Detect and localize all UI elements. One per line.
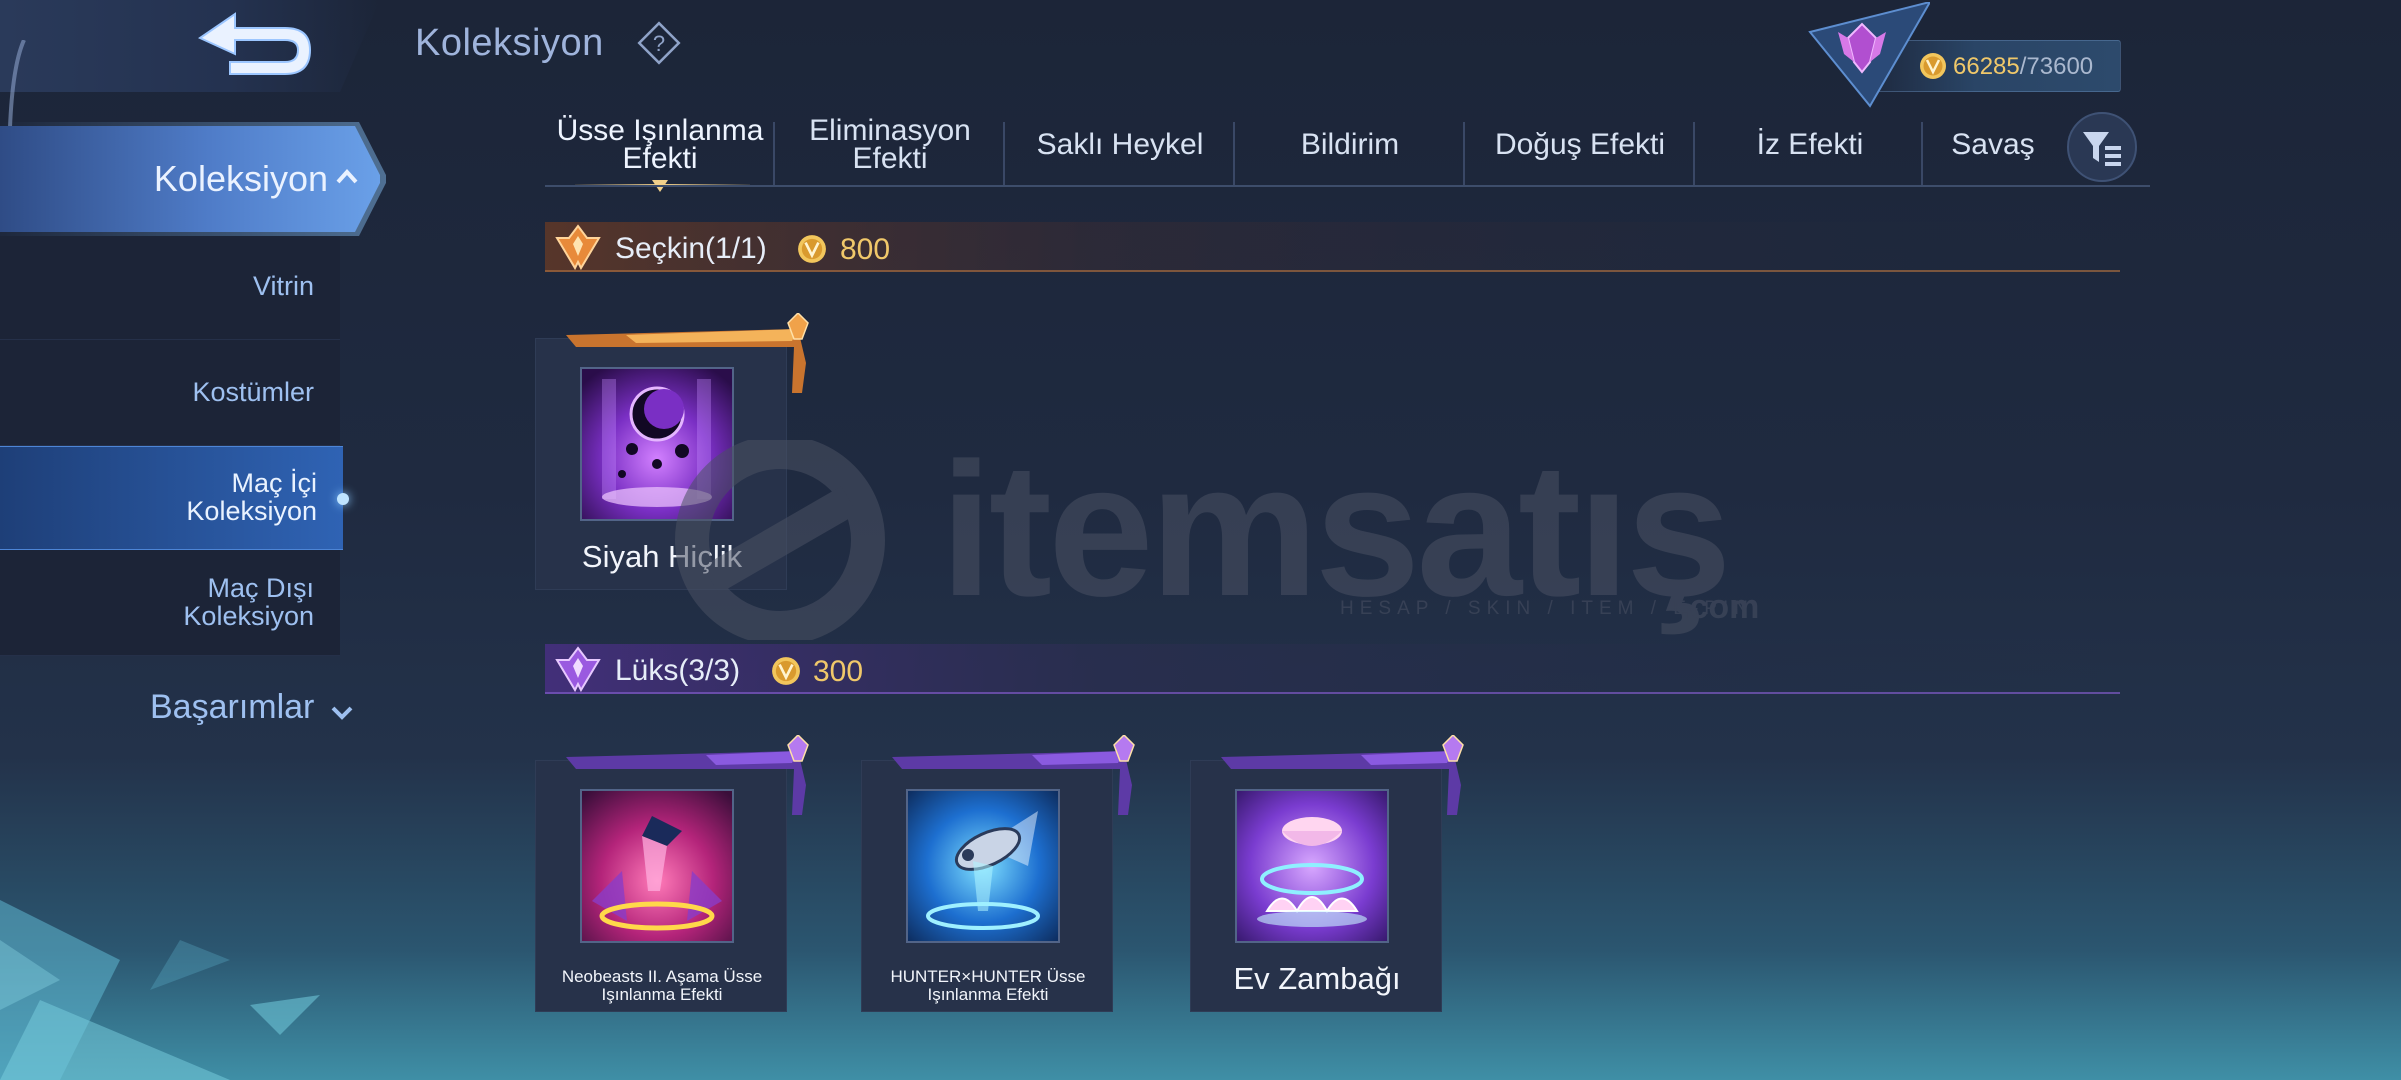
- tab-label: Bildirim: [1300, 128, 1400, 161]
- help-button[interactable]: ?: [636, 20, 682, 66]
- tab-usse-isinlanma-efekti[interactable]: Üsse Işınlanma Efekti: [545, 104, 775, 192]
- svg-text:?: ?: [653, 31, 665, 56]
- item-name: HUNTER×HUNTER Üsse Işınlanma Efekti: [890, 967, 1086, 1004]
- item-image-hunter-x-hunter: [906, 789, 1060, 943]
- active-indicator: [337, 493, 349, 505]
- tab-label: İz Efekti: [1756, 128, 1864, 161]
- item-card-siyah-hiclik[interactable]: Siyah Hiçlik: [535, 313, 809, 590]
- sidebar-item-label: Maç İçi Koleksiyon: [186, 468, 317, 526]
- page-title: Koleksiyon: [415, 22, 604, 64]
- seckin-rank-icon: [555, 224, 601, 271]
- tab-bildirim[interactable]: Bildirim: [1235, 104, 1465, 186]
- question-mark-icon: ?: [637, 21, 681, 65]
- back-button[interactable]: [190, 8, 320, 83]
- chevron-down-icon[interactable]: [330, 700, 354, 724]
- tab-label: Üsse Işınlanma Efekti: [556, 114, 764, 175]
- item-image-siyah-hiclik: [580, 367, 734, 521]
- tab-label: Doğuş Efekti: [1494, 128, 1666, 161]
- sidebar-item-vitrin[interactable]: Vitrin: [0, 236, 340, 340]
- sidebar-item-label: Kostümler: [192, 377, 314, 407]
- tab-savas[interactable]: Savaş: [1923, 104, 2063, 186]
- sidebar-item-label: Maç Dışı Koleksiyon: [183, 573, 314, 631]
- item-name: Neobeasts II. Aşama Üsse Işınlanma Efekt…: [561, 967, 763, 1004]
- section-price: 800: [840, 233, 891, 266]
- tab-bar: Üsse Işınlanma Efekti Eliminasyon Efekti…: [545, 104, 2150, 192]
- section-header-seckin: Seçkin(1/1) 800: [545, 222, 2120, 272]
- filter-icon: [2083, 132, 2121, 166]
- tab-dogus-efekti[interactable]: Doğuş Efekti: [1465, 104, 1695, 186]
- item-card-hunter-x-hunter[interactable]: HUNTER×HUNTER Üsse Işınlanma Efekti: [861, 735, 1135, 1012]
- item-image-neobeasts: [580, 789, 734, 943]
- tab-sakli-heykel[interactable]: Saklı Heykel: [1005, 104, 1235, 186]
- back-arrow-icon: [197, 12, 312, 75]
- section-title: Seçkin: [615, 232, 706, 265]
- sidebar-item-label: Vitrin: [252, 271, 314, 301]
- watermark: itemsatış HESAP / SKIN / ITEM / E-PIN .c…: [640, 424, 1780, 640]
- tab-bar-baseline: [545, 185, 2150, 187]
- item-name: Siyah Hiçlik: [581, 539, 743, 574]
- sidebar-main-koleksiyon[interactable]: Koleksiyon: [0, 126, 380, 232]
- luks-rank-icon: [555, 646, 601, 693]
- sidebar-main-label: Koleksiyon: [153, 158, 328, 199]
- tab-label: Saklı Heykel: [1036, 128, 1204, 161]
- currency-max: /73600: [2019, 53, 2094, 80]
- watermark-suffix: .com: [1680, 588, 1760, 626]
- currency-current: 66285: [1953, 53, 2020, 80]
- sidebar-item-mac-ici-koleksiyon[interactable]: Maç İçi Koleksiyon: [0, 446, 349, 550]
- chevron-up-icon: [336, 169, 358, 184]
- watermark-brand: itemsatış: [940, 424, 1732, 636]
- sidebar-item-kostumler[interactable]: Kostümler: [0, 340, 340, 446]
- item-card-ev-zambagi[interactable]: Ev Zambağı: [1190, 735, 1464, 1012]
- sidebar-item-mac-disi-koleksiyon[interactable]: Maç Dışı Koleksiyon: [0, 550, 340, 656]
- rank-emblem-icon: [1808, 2, 1930, 108]
- item-card-neobeasts[interactable]: Neobeasts II. Aşama Üsse Işınlanma Efekt…: [535, 735, 809, 1012]
- tab-label: Eliminasyon Efekti: [809, 114, 971, 175]
- tab-iz-efekti[interactable]: İz Efekti: [1695, 104, 1925, 186]
- watermark-tagline: HESAP / SKIN / ITEM / E-PIN: [1340, 598, 1754, 619]
- section-title: Lüks: [615, 654, 679, 687]
- filter-button[interactable]: [2067, 112, 2137, 182]
- section-count: (3/3): [678, 654, 741, 687]
- tab-eliminasyon-efekti[interactable]: Eliminasyon Efekti: [775, 104, 1005, 186]
- item-name: Ev Zambağı: [1233, 961, 1401, 996]
- sidebar-achievements[interactable]: Başarımlar: [150, 688, 314, 727]
- tab-label: Savaş: [1951, 128, 2035, 161]
- item-image-ev-zambagi: [1235, 789, 1389, 943]
- section-header-luks: Lüks(3/3) 300: [545, 644, 2120, 694]
- coin-icon: [798, 235, 826, 263]
- section-count: (1/1): [705, 232, 767, 265]
- coin-icon: [772, 657, 800, 685]
- section-band: [545, 222, 2120, 272]
- section-price: 300: [813, 655, 864, 688]
